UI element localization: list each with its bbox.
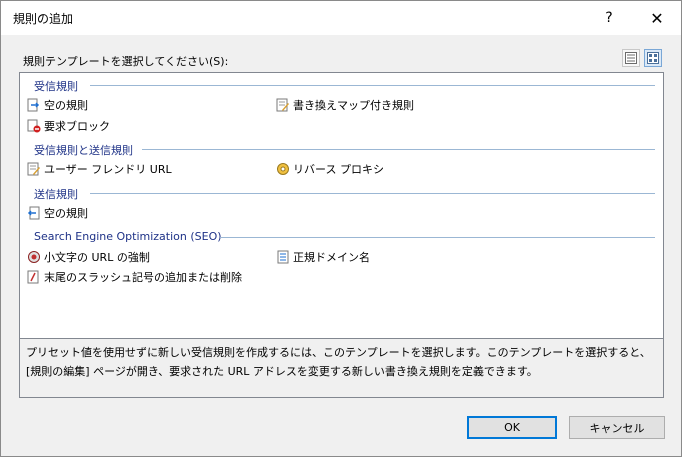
group-divider [220, 237, 655, 238]
template-description: プリセット値を使用せずに新しい受信規則を作成するには、このテンプレートを選択しま… [19, 339, 664, 398]
item-canonical-domain-name[interactable]: 正規ドメイン名 [276, 248, 370, 266]
help-button[interactable]: ? [586, 1, 632, 35]
friendly-url-icon [27, 162, 41, 176]
item-label: リバース プロキシ [293, 163, 384, 176]
item-blank-inbound-rule[interactable]: 空の規則 [27, 96, 88, 114]
item-request-blocking[interactable]: 要求ブロック [27, 117, 110, 135]
group-divider [90, 193, 655, 194]
add-rule-dialog: 規則の追加 ? ✕ 規則テンプレートを選択してください(S): 受信規則 空の規… [0, 0, 682, 457]
tile-view-button[interactable] [644, 49, 662, 67]
item-label: 末尾のスラッシュ記号の追加または削除 [44, 271, 242, 284]
lowercase-icon [27, 250, 41, 264]
item-label: 書き換えマップ付き規則 [293, 99, 414, 112]
trailing-slash-icon [27, 270, 41, 284]
canonical-domain-icon [276, 250, 290, 264]
item-label: 空の規則 [44, 97, 88, 113]
group-seo: Search Engine Optimization (SEO) [34, 230, 222, 243]
rewrite-map-icon [276, 98, 290, 112]
details-view-icon [625, 52, 637, 64]
item-trailing-slash[interactable]: 末尾のスラッシュ記号の追加または削除 [27, 268, 242, 286]
template-prompt-label: 規則テンプレートを選択してください(S): [23, 55, 229, 68]
item-label: 空の規則 [44, 207, 88, 220]
item-rewrite-map-rule[interactable]: 書き換えマップ付き規則 [276, 96, 414, 114]
item-label: ユーザー フレンドリ URL [44, 163, 172, 176]
reverse-proxy-icon [276, 162, 290, 176]
outbound-rule-icon [27, 206, 41, 220]
item-label: 小文字の URL の強制 [44, 251, 150, 264]
group-inbound: 受信規則 [34, 80, 78, 93]
tile-view-icon [647, 52, 659, 64]
block-icon [27, 119, 41, 133]
details-view-button[interactable] [622, 49, 640, 67]
dialog-title: 規則の追加 [13, 12, 74, 26]
item-label: 正規ドメイン名 [293, 251, 370, 264]
group-outbound: 送信規則 [34, 188, 78, 201]
group-divider [90, 85, 655, 86]
group-divider [142, 149, 655, 150]
group-inbound-outbound: 受信規則と送信規則 [34, 144, 133, 157]
item-label: 要求ブロック [44, 120, 110, 133]
title-bar: 規則の追加 ? ✕ [1, 1, 681, 35]
cancel-button[interactable]: キャンセル [569, 416, 665, 439]
close-button[interactable]: ✕ [634, 1, 680, 35]
blank-rule-icon [27, 98, 41, 112]
item-reverse-proxy[interactable]: リバース プロキシ [276, 160, 384, 178]
ok-button[interactable]: OK [467, 416, 557, 439]
item-enforce-lowercase-url[interactable]: 小文字の URL の強制 [27, 248, 150, 266]
rule-template-list[interactable]: 受信規則 空の規則 書き換えマップ付き規則 要求ブロック 受信規則と送信規則 ユ… [19, 72, 664, 339]
item-user-friendly-url[interactable]: ユーザー フレンドリ URL [27, 160, 172, 178]
item-blank-outbound-rule[interactable]: 空の規則 [27, 204, 88, 222]
